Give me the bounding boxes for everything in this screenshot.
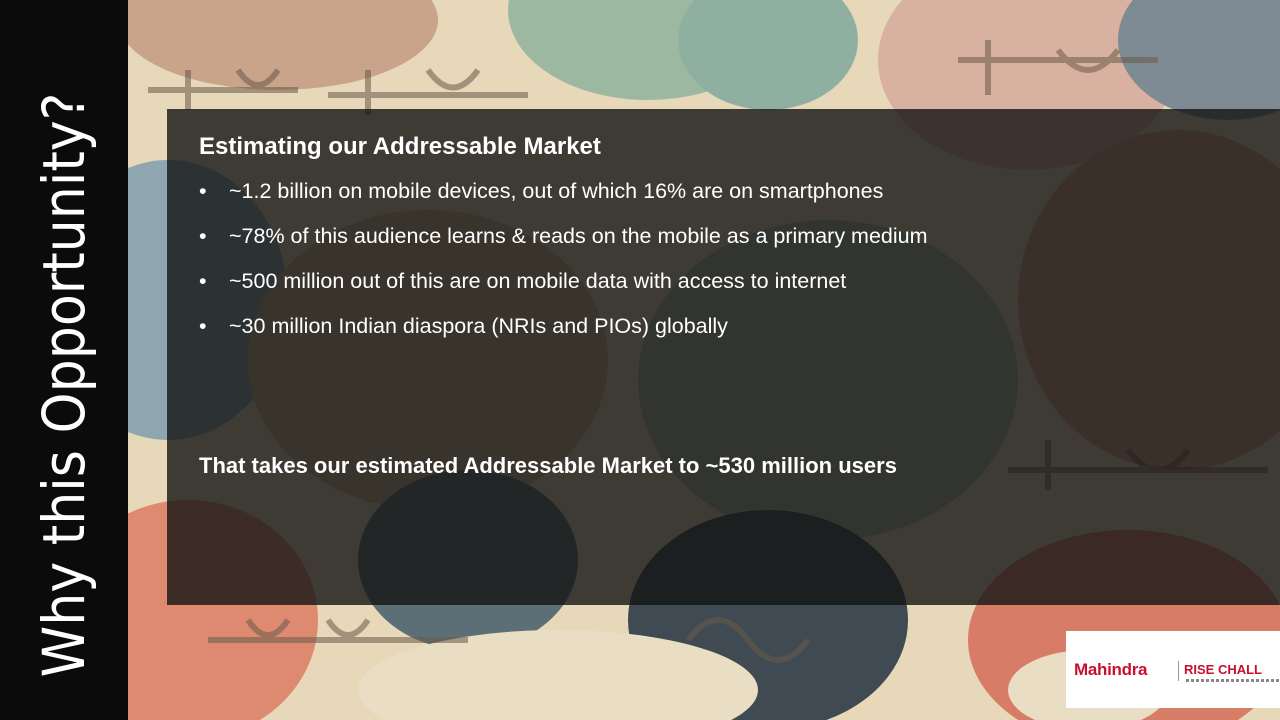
side-panel: Why this Opportunity? — [0, 0, 128, 720]
mahindra-logo: Mahindra RISE CHALL — [1066, 631, 1280, 708]
bullet-icon: • — [199, 179, 207, 203]
bullet-icon: • — [199, 224, 207, 248]
bullet-item: • ~30 million Indian diaspora (NRIs and … — [199, 314, 928, 359]
card-heading: Estimating our Addressable Market — [199, 133, 601, 160]
summary-statement: That takes our estimated Addressable Mar… — [199, 453, 897, 478]
bullet-list: • ~1.2 billion on mobile devices, out of… — [199, 179, 928, 359]
bullet-item: • ~500 million out of this are on mobile… — [199, 269, 928, 314]
bullet-item: • ~1.2 billion on mobile devices, out of… — [199, 179, 928, 224]
bullet-text: ~30 million Indian diaspora (NRIs and PI… — [229, 314, 728, 338]
bullet-icon: • — [199, 269, 207, 293]
bullet-text: ~1.2 billion on mobile devices, out of w… — [229, 179, 884, 203]
bullet-icon: • — [199, 314, 207, 338]
logo-tagline: RISE CHALL — [1184, 662, 1262, 677]
logo-divider — [1178, 661, 1179, 681]
logo-subline — [1186, 679, 1280, 682]
content-card: Estimating our Addressable Market • ~1.2… — [167, 109, 1280, 605]
bullet-text: ~78% of this audience learns & reads on … — [229, 224, 928, 248]
slide-title: Why this Opportunity? — [30, 92, 98, 678]
logo-brand-text: Mahindra — [1074, 660, 1148, 679]
bullet-text: ~500 million out of this are on mobile d… — [229, 269, 847, 293]
bullet-item: • ~78% of this audience learns & reads o… — [199, 224, 928, 269]
